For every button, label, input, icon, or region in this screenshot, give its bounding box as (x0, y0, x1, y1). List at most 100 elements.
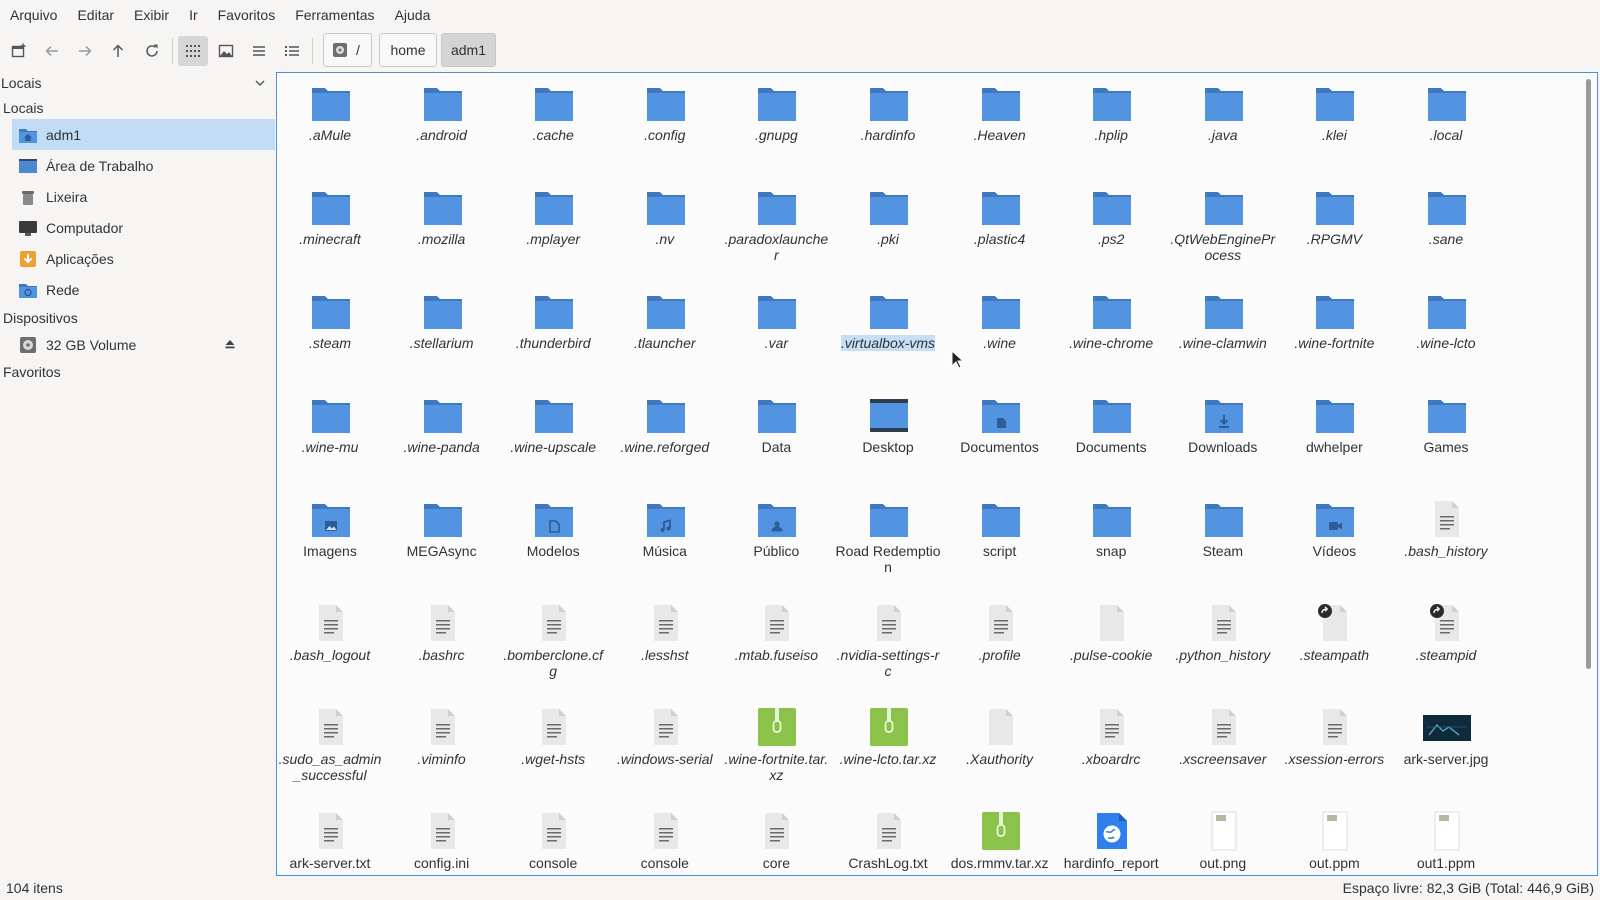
menu-arquivo[interactable]: Arquivo (0, 0, 67, 30)
file-item[interactable]: out1.ppm (1393, 805, 1499, 875)
file-item[interactable]: .bash_logout (277, 597, 383, 697)
file-view[interactable]: .aMule .android .cache .config .gnupg .hardin… (276, 72, 1598, 876)
folder-item[interactable]: .wine-fortnite (1281, 285, 1387, 385)
folder-item[interactable]: .config (612, 77, 718, 177)
eject-icon[interactable] (224, 338, 236, 350)
folder-item[interactable]: .wine.reforged (612, 389, 718, 489)
list-view-button[interactable] (277, 36, 307, 66)
menu-ajuda[interactable]: Ajuda (385, 0, 441, 30)
breadcrumb-adm1[interactable]: adm1 (441, 33, 496, 67)
file-item[interactable]: ark-server.jpg (1393, 701, 1499, 801)
reload-button[interactable] (137, 36, 167, 66)
menu-exibir[interactable]: Exibir (124, 0, 179, 30)
vertical-scrollbar[interactable] (1586, 79, 1591, 669)
folder-item[interactable]: .var (723, 285, 829, 385)
sidebar-item-adm1[interactable]: adm1 (12, 119, 275, 150)
folder-item[interactable]: .wine-upscale (500, 389, 606, 489)
folder-item[interactable]: .java (1170, 77, 1276, 177)
folder-item[interactable]: .tlauncher (612, 285, 718, 385)
file-item[interactable]: .xsession-errors (1281, 701, 1387, 801)
folder-item[interactable]: .nv (612, 181, 718, 281)
folder-item[interactable]: .klei (1281, 77, 1387, 177)
folder-item[interactable]: .steam (277, 285, 383, 385)
folder-item[interactable]: Steam (1170, 493, 1276, 593)
file-item[interactable]: ark-server.txt (277, 805, 383, 875)
folder-item[interactable]: .mplayer (500, 181, 606, 281)
folder-item[interactable]: .cache (500, 77, 606, 177)
folder-item[interactable]: .sane (1393, 181, 1499, 281)
folder-item[interactable]: .wine-chrome (1058, 285, 1164, 385)
folder-item[interactable]: .stellarium (389, 285, 495, 385)
folder-item[interactable]: .hardinfo (835, 77, 941, 177)
folder-item[interactable]: .gnupg (723, 77, 829, 177)
folder-item[interactable]: Documents (1058, 389, 1164, 489)
file-item[interactable]: .lesshst (612, 597, 718, 697)
folder-item[interactable]: .Heaven (947, 77, 1053, 177)
folder-item[interactable]: .mozilla (389, 181, 495, 281)
folder-item[interactable]: .pki (835, 181, 941, 281)
menu-favoritos[interactable]: Favoritos (208, 0, 286, 30)
folder-item[interactable]: .virtualbox-vms (835, 285, 941, 385)
file-item[interactable]: .wget-hsts (500, 701, 606, 801)
breadcrumb-home[interactable]: home (379, 33, 437, 67)
sidebar-item-desktop[interactable]: Área de Trabalho (12, 150, 275, 181)
folder-item[interactable]: .local (1393, 77, 1499, 177)
folder-item[interactable]: .wine-panda (389, 389, 495, 489)
folder-item[interactable]: MEGAsync (389, 493, 495, 593)
folder-item[interactable]: Road Redemption (835, 493, 941, 593)
forward-button[interactable] (70, 36, 100, 66)
sidebar-item-applications[interactable]: Aplicações (12, 243, 275, 274)
folder-item[interactable]: Público (723, 493, 829, 593)
folder-item[interactable]: Games (1393, 389, 1499, 489)
file-item[interactable]: .bash_history (1393, 493, 1499, 593)
menu-editar[interactable]: Editar (67, 0, 124, 30)
file-item[interactable]: .Xauthority (947, 701, 1053, 801)
file-item[interactable]: .steampath (1281, 597, 1387, 697)
menu-ir[interactable]: Ir (179, 0, 208, 30)
folder-item[interactable]: Modelos (500, 493, 606, 593)
folder-item[interactable]: .QtWebEngineProcess (1170, 181, 1276, 281)
sidebar-header[interactable]: Locais (0, 72, 272, 94)
folder-item[interactable]: .android (389, 77, 495, 177)
folder-item[interactable]: .RPGMV (1281, 181, 1387, 281)
folder-item[interactable]: .paradoxlauncher (723, 181, 829, 281)
file-item[interactable]: console (500, 805, 606, 875)
folder-item[interactable]: .wine (947, 285, 1053, 385)
file-item[interactable]: core (723, 805, 829, 875)
file-item[interactable]: console (612, 805, 718, 875)
back-button[interactable] (37, 36, 67, 66)
folder-item[interactable]: .wine-clamwin (1170, 285, 1276, 385)
folder-item[interactable]: .hplip (1058, 77, 1164, 177)
menu-ferramentas[interactable]: Ferramentas (285, 0, 384, 30)
file-item[interactable]: .nvidia-settings-rc (835, 597, 941, 697)
file-item[interactable]: .windows-serial (612, 701, 718, 801)
new-tab-button[interactable] (4, 36, 34, 66)
folder-item[interactable]: Desktop (835, 389, 941, 489)
sidebar-item-network[interactable]: Rede (12, 274, 275, 305)
file-item[interactable]: out.png (1170, 805, 1276, 875)
sidebar-item-computer[interactable]: Computador (12, 212, 275, 243)
file-item[interactable]: dos.rmmv.tar.xz (947, 805, 1053, 875)
file-item[interactable]: .pulse-cookie (1058, 597, 1164, 697)
folder-item[interactable]: .ps2 (1058, 181, 1164, 281)
breadcrumb-root[interactable]: / (323, 33, 372, 67)
folder-item[interactable]: .wine-lcto (1393, 285, 1499, 385)
folder-item[interactable]: script (947, 493, 1053, 593)
folder-item[interactable]: Documentos (947, 389, 1053, 489)
icon-view-button[interactable] (178, 36, 208, 66)
file-item[interactable]: .xboardrc (1058, 701, 1164, 801)
folder-item[interactable]: .thunderbird (500, 285, 606, 385)
file-item[interactable]: .bashrc (389, 597, 495, 697)
sidebar-item-trash[interactable]: Lixeira (12, 181, 275, 212)
file-item[interactable]: .bomberclone.cfg (500, 597, 606, 697)
sidebar-item-32gb-volume[interactable]: 32 GB Volume (12, 329, 275, 360)
file-item[interactable]: config.ini (389, 805, 495, 875)
up-button[interactable] (103, 36, 133, 66)
folder-item[interactable]: Downloads (1170, 389, 1276, 489)
folder-item[interactable]: dwhelper (1281, 389, 1387, 489)
file-item[interactable]: .viminfo (389, 701, 495, 801)
file-item[interactable]: .python_history (1170, 597, 1276, 697)
file-item[interactable]: .mtab.fuseiso (723, 597, 829, 697)
folder-item[interactable]: snap (1058, 493, 1164, 593)
folder-item[interactable]: .wine-mu (277, 389, 383, 489)
